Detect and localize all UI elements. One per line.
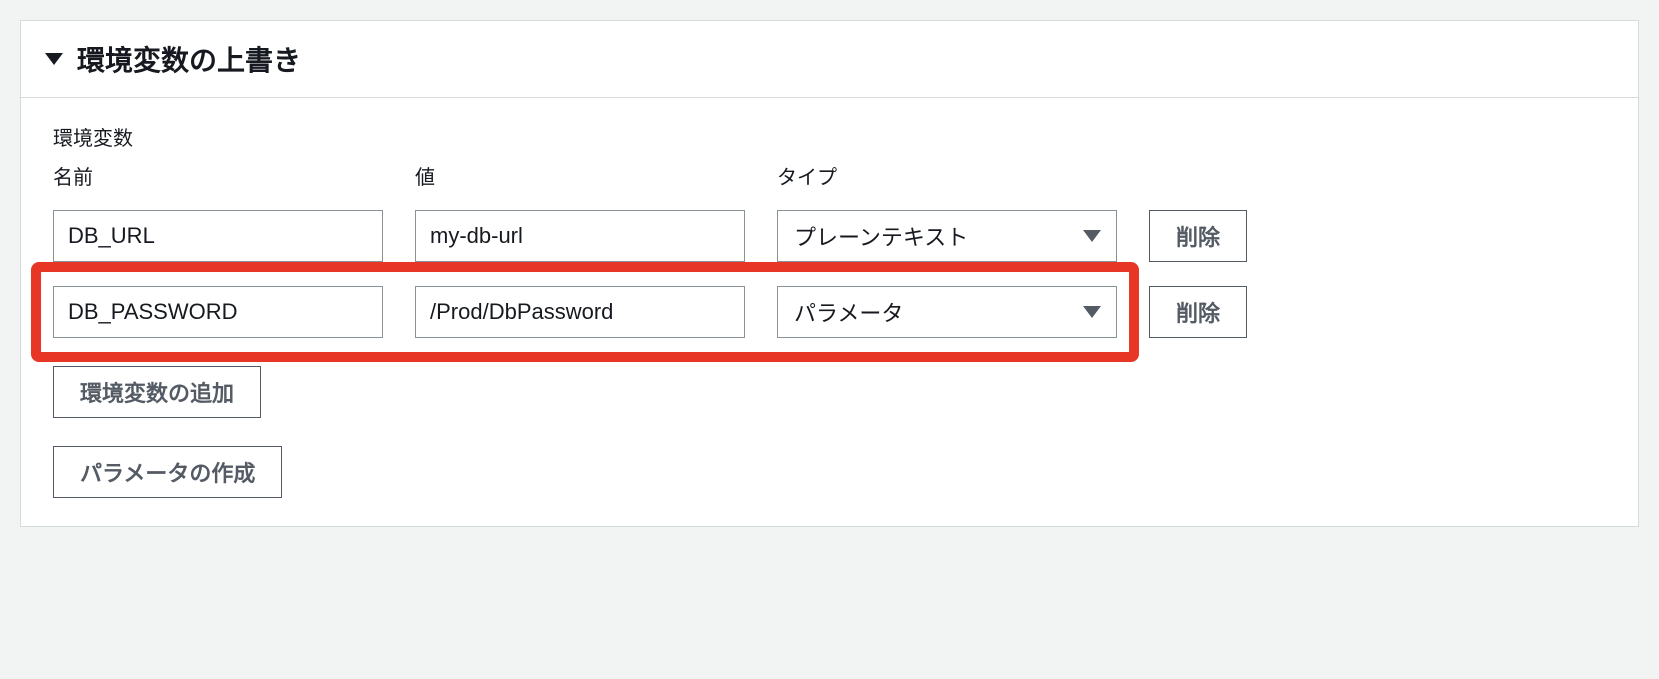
column-header-value: 値 [415,161,745,190]
value-input[interactable] [415,210,745,262]
name-input[interactable] [53,210,383,262]
caret-down-icon [45,53,63,65]
column-header-name: 名前 [53,161,383,190]
type-select[interactable]: プレーンテキスト [777,210,1117,262]
panel-body: 環境変数 名前 値 タイプ プレーンテキスト 削除 パラメータ [21,98,1638,526]
name-input[interactable] [53,286,383,338]
create-param-row: パラメータの作成 [53,446,1606,498]
delete-button[interactable]: 削除 [1149,210,1247,262]
type-select-value: プレーンテキスト [777,210,1117,262]
create-parameter-button[interactable]: パラメータの作成 [53,446,282,498]
delete-button[interactable]: 削除 [1149,286,1247,338]
column-header-type: タイプ [777,161,1117,190]
env-override-panel: 環境変数の上書き 環境変数 名前 値 タイプ プレーンテキスト 削除 [20,20,1639,527]
add-env-var-button[interactable]: 環境変数の追加 [53,366,261,418]
rows-container: プレーンテキスト 削除 パラメータ 削除 [53,198,1606,350]
value-input[interactable] [415,286,745,338]
type-select-value: パラメータ [777,286,1117,338]
columns-header: 名前 値 タイプ [53,161,1606,190]
panel-title: 環境変数の上書き [77,39,301,79]
env-var-row: パラメータ 削除 [53,274,1606,350]
add-button-row: 環境変数の追加 [53,366,1606,418]
type-select[interactable]: パラメータ [777,286,1117,338]
panel-header[interactable]: 環境変数の上書き [21,21,1638,98]
env-var-row: プレーンテキスト 削除 [53,198,1606,274]
section-label: 環境変数 [53,122,1606,151]
